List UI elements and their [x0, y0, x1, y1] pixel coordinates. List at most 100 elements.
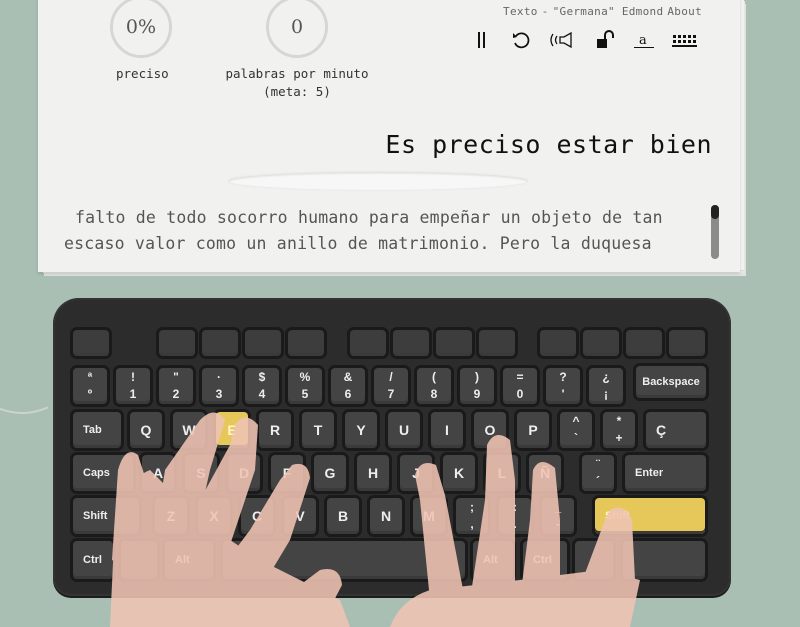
- fn-key[interactable]: [669, 330, 705, 356]
- fn-key[interactable]: [540, 330, 576, 356]
- key-r[interactable]: R: [259, 412, 291, 448]
- key-c[interactable]: C: [241, 498, 273, 534]
- key-bottom: ,: [470, 517, 474, 531]
- key-apostrophe[interactable]: ? ': [546, 368, 580, 404]
- key-top: !: [131, 370, 135, 384]
- lock-button[interactable]: [594, 26, 618, 54]
- key-q[interactable]: Q: [130, 412, 162, 448]
- scrollbar-thumb[interactable]: [711, 205, 719, 219]
- key-l[interactable]: L: [486, 455, 518, 491]
- nav-about-link[interactable]: About: [667, 5, 702, 18]
- key-j[interactable]: J: [400, 455, 432, 491]
- key-bottom: º: [87, 387, 93, 401]
- key-alt-right[interactable]: Alt: [473, 541, 513, 579]
- key-tab[interactable]: Tab: [73, 412, 121, 448]
- fn-key[interactable]: [479, 330, 515, 356]
- key-cedilla[interactable]: Ç: [646, 412, 706, 448]
- key-x[interactable]: X: [198, 498, 230, 534]
- keyboard-button[interactable]: [670, 26, 700, 54]
- key-2[interactable]: " 2: [159, 368, 193, 404]
- wpm-ring: 0: [266, 0, 328, 58]
- key-bottom: `: [574, 431, 578, 445]
- key-k[interactable]: K: [443, 455, 475, 491]
- fn-key[interactable]: [288, 330, 324, 356]
- restart-button[interactable]: [508, 26, 534, 54]
- font-button[interactable]: a: [632, 26, 656, 54]
- key-0[interactable]: = 0: [503, 368, 537, 404]
- key-9[interactable]: ) 9: [460, 368, 494, 404]
- key-y[interactable]: Y: [345, 412, 377, 448]
- fn-key[interactable]: [393, 330, 429, 356]
- key-period[interactable]: :.: [499, 498, 531, 534]
- key-caps[interactable]: Caps: [73, 455, 133, 491]
- key-3[interactable]: · 3: [202, 368, 236, 404]
- fn-key[interactable]: [436, 330, 472, 356]
- key-acute[interactable]: ¨ ´: [582, 455, 614, 491]
- key-a[interactable]: A: [142, 455, 174, 491]
- key-enter[interactable]: Enter: [625, 455, 706, 491]
- key-comma[interactable]: ;,: [456, 498, 488, 534]
- key-meta-left[interactable]: [121, 541, 157, 579]
- key-space[interactable]: [223, 541, 465, 579]
- key-t[interactable]: T: [302, 412, 334, 448]
- fn-key[interactable]: [350, 330, 386, 356]
- key-backspace[interactable]: Backspace: [636, 366, 706, 398]
- key-4[interactable]: $4: [245, 368, 279, 404]
- key-8[interactable]: (8: [417, 368, 451, 404]
- key-u[interactable]: U: [388, 412, 420, 448]
- text-preview: falto de todo socorro humano para empeña…: [64, 205, 704, 257]
- key-bottom: 7: [387, 387, 395, 401]
- text-line-1: falto de todo socorro humano para empeña…: [75, 208, 663, 227]
- key-7[interactable]: /7: [374, 368, 408, 404]
- fn-key[interactable]: [159, 330, 195, 356]
- key-6[interactable]: & 6: [331, 368, 365, 404]
- key-f[interactable]: F: [271, 455, 303, 491]
- key-g[interactable]: G: [314, 455, 346, 491]
- key-e[interactable]: E: [216, 412, 248, 448]
- key-z[interactable]: Z: [155, 498, 187, 534]
- key-s[interactable]: S: [185, 455, 217, 491]
- key-v[interactable]: V: [284, 498, 316, 534]
- key-n[interactable]: N: [370, 498, 402, 534]
- wpm-label-text: palabras por minuto: [225, 66, 369, 81]
- key-d[interactable]: D: [228, 455, 260, 491]
- key-1[interactable]: ! 1: [116, 368, 150, 404]
- key-o[interactable]: O: [474, 412, 506, 448]
- key-5[interactable]: % 5: [288, 368, 322, 404]
- key-n-tilde[interactable]: Ñ: [529, 455, 561, 491]
- scrollbar-track[interactable]: [711, 205, 719, 259]
- key-i[interactable]: I: [431, 412, 463, 448]
- restart-icon: [513, 32, 530, 49]
- key-extra[interactable]: [623, 541, 705, 579]
- key-minus[interactable]: _ -: [542, 498, 574, 534]
- pause-button[interactable]: [470, 26, 494, 54]
- sound-button[interactable]: [548, 26, 578, 54]
- pause-icon: [478, 32, 485, 48]
- key-grave[interactable]: ^ `: [560, 412, 592, 448]
- key-h[interactable]: H: [357, 455, 389, 491]
- nav-text-title[interactable]: "Germana" Edmond: [553, 5, 664, 18]
- fn-key[interactable]: [245, 330, 281, 356]
- accuracy-value: 0%: [125, 16, 157, 38]
- key-top: :: [513, 500, 517, 514]
- key-w[interactable]: W: [173, 412, 205, 448]
- key-plus[interactable]: * +: [603, 412, 635, 448]
- fn-key[interactable]: [583, 330, 619, 356]
- key-ordinal[interactable]: ªº: [73, 368, 107, 404]
- key-ctrl-right[interactable]: Ctrl: [523, 541, 567, 579]
- key-b[interactable]: B: [327, 498, 359, 534]
- key-top: &: [343, 370, 353, 384]
- key-m[interactable]: M: [413, 498, 445, 534]
- key-top: $: [258, 370, 266, 384]
- key-shift-left[interactable]: Shift: [73, 498, 139, 534]
- key-alt-left[interactable]: Alt: [165, 541, 213, 579]
- key-p[interactable]: P: [517, 412, 549, 448]
- fn-key[interactable]: [202, 330, 238, 356]
- fn-key[interactable]: [73, 330, 109, 356]
- key-inverted-exclamation[interactable]: ¿ ¡: [589, 368, 623, 404]
- key-ctrl-left[interactable]: Ctrl: [73, 541, 113, 579]
- typing-input[interactable]: [228, 172, 528, 190]
- fn-key[interactable]: [626, 330, 662, 356]
- key-menu[interactable]: [575, 541, 613, 579]
- key-shift-right[interactable]: Shift: [595, 498, 705, 534]
